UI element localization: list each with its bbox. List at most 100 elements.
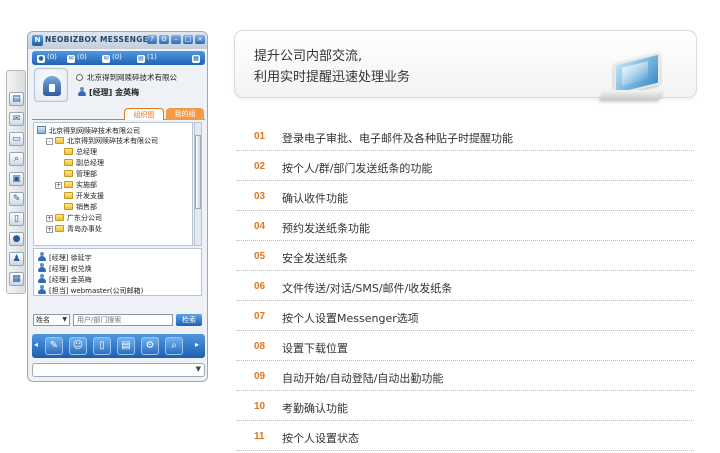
- group-icon[interactable]: ♟: [9, 252, 24, 266]
- note-count[interactable]: ▤ (1): [137, 53, 157, 63]
- tree-item[interactable]: - 北京得到网赎碎技术有限公司: [46, 137, 158, 146]
- feature-text: 安全发送纸条: [282, 252, 348, 265]
- scroll-thumb[interactable]: [195, 135, 201, 209]
- chevron-right-icon[interactable]: ▸: [195, 340, 199, 349]
- tree-item[interactable]: + 实施部: [55, 181, 97, 190]
- status-radio-icon[interactable]: [76, 74, 83, 81]
- list-item[interactable]: [担当] webmaster(公司邮箱): [38, 285, 143, 296]
- close-icon[interactable]: ×: [195, 35, 205, 44]
- search-icon[interactable]: ⌕: [9, 152, 24, 166]
- expand-icon[interactable]: +: [46, 215, 53, 222]
- tree-item[interactable]: 总经理: [55, 148, 97, 157]
- note-icon[interactable]: ✎: [9, 192, 24, 206]
- tree-item[interactable]: 销售部: [55, 203, 97, 212]
- lock-icon[interactable]: ▯: [9, 212, 24, 226]
- feature-number: 01: [254, 131, 266, 142]
- tree-item[interactable]: 副总经理: [55, 159, 104, 168]
- feature-item: 07 按个人设置Messenger选项: [236, 301, 694, 331]
- tree-item-label: 青岛办事处: [67, 225, 102, 233]
- laptop-icon: [599, 52, 668, 108]
- mail-icon: ✉: [102, 55, 110, 63]
- tree-scrollbar[interactable]: [194, 122, 202, 246]
- tree-item-label: 副总经理: [76, 159, 104, 167]
- printer-icon[interactable]: ▦: [9, 272, 24, 286]
- feature-text: 按个人/群/部门发送纸条的功能: [282, 162, 433, 175]
- feature-item: 03 确认收件功能: [236, 181, 694, 211]
- settings-icon[interactable]: ⚙: [159, 35, 169, 44]
- feature-text: 设置下载位置: [282, 342, 348, 355]
- chevron-left-icon[interactable]: ◂: [34, 340, 38, 349]
- avatar[interactable]: [34, 68, 68, 102]
- chevron-down-icon: ▼: [62, 316, 67, 323]
- online-count[interactable]: ● (0): [37, 53, 57, 63]
- list-item[interactable]: [经理] 金英梅: [38, 274, 92, 285]
- tab-my-group[interactable]: 我的组: [166, 108, 204, 120]
- company-name: 北京得到网赎碎技术有限公: [76, 72, 177, 83]
- person-icon: [78, 87, 86, 96]
- feature-number: 10: [254, 401, 266, 412]
- message-count[interactable]: ✉ (0): [67, 53, 87, 63]
- expand-icon[interactable]: +: [55, 182, 62, 189]
- status-bar: ● (0) ✉ (0) ✉ (0) ▤ (1) ▦: [32, 51, 205, 65]
- tree-item-label: 总经理: [76, 148, 97, 156]
- chat-button[interactable]: ☺: [69, 337, 87, 355]
- current-user: [经理] 金英梅: [78, 87, 139, 98]
- search-type-select[interactable]: 姓名 ▼: [33, 314, 70, 326]
- search-button-icon[interactable]: ⌕: [165, 337, 183, 355]
- tree-item[interactable]: + 广东分公司: [46, 214, 102, 223]
- tree-item-label: 开发支援: [76, 192, 104, 200]
- search-input[interactable]: [73, 314, 173, 326]
- tab-organization[interactable]: 组织图: [124, 108, 164, 120]
- sms-button[interactable]: ▯: [93, 337, 111, 355]
- contacts-button[interactable]: ✎: [45, 337, 63, 355]
- feature-item: 10 考勤确认功能: [236, 391, 694, 421]
- folder-icon: [64, 159, 73, 166]
- feature-text: 按个人设置Messenger选项: [282, 312, 419, 325]
- note-button[interactable]: ▤: [117, 337, 135, 355]
- window-icon[interactable]: ▭: [9, 132, 24, 146]
- app-logo-icon: N: [32, 35, 43, 46]
- tree-item[interactable]: 北京得到网赎碎技术有限公司: [37, 126, 140, 136]
- status-dropdown[interactable]: ▼: [32, 363, 205, 377]
- help-icon[interactable]: ?: [147, 35, 157, 44]
- list-item[interactable]: [经理] 权兑焕: [38, 263, 92, 274]
- feature-item: 01 登录电子审批、电子邮件及各种贴子时提醒功能: [236, 121, 694, 151]
- side-toolbar: ▤ ✉ ▭ ⌕ ▣ ✎ ▯ ● ♟ ▦: [6, 70, 26, 294]
- person-icon: [38, 285, 46, 294]
- menu-icon[interactable]: ▦: [192, 53, 202, 63]
- banner-line-1: 提升公司内部交流,: [254, 49, 363, 64]
- minimize-icon[interactable]: –: [171, 35, 181, 44]
- feature-text: 登录电子审批、电子邮件及各种贴子时提醒功能: [282, 132, 513, 145]
- folder-icon: [64, 148, 73, 155]
- feature-item: 08 设置下载位置: [236, 331, 694, 361]
- contacts-icon[interactable]: ▣: [9, 172, 24, 186]
- feature-item: 09 自动开始/自动登陆/自动出勤功能: [236, 361, 694, 391]
- collapse-icon[interactable]: -: [46, 138, 53, 145]
- feature-text: 文件传送/对话/SMS/邮件/收发纸条: [282, 282, 453, 295]
- mail-icon[interactable]: ✉: [9, 112, 24, 126]
- document-icon[interactable]: ▤: [9, 92, 24, 106]
- maximize-icon[interactable]: □: [183, 35, 193, 44]
- tree-item[interactable]: + 青岛办事处: [46, 225, 102, 234]
- banner-line-2: 利用实时提醒迅速处理业务: [254, 70, 411, 85]
- tree-item[interactable]: 开发支援: [55, 192, 104, 201]
- expand-icon[interactable]: +: [46, 226, 53, 233]
- messenger-window: N NEOBIZBOX MESSENGER ? ⚙ – □ × ● (0) ✉ (0…: [27, 31, 208, 382]
- settings-button[interactable]: ⚙: [141, 337, 159, 355]
- folder-icon: [64, 192, 73, 199]
- search-button[interactable]: 检索: [176, 314, 202, 326]
- person-icon: [38, 252, 46, 261]
- action-bar: ◂ ✎ ☺ ▯ ▤ ⚙ ⌕ ▸: [32, 334, 205, 358]
- tree-item-label: 实施部: [76, 181, 97, 189]
- list-item[interactable]: [经理] 徐延宇: [38, 252, 92, 263]
- feature-text: 按个人设置状态: [282, 432, 359, 445]
- feature-text: 自动开始/自动登陆/自动出勤功能: [282, 372, 444, 385]
- message-icon: ✉: [67, 55, 75, 63]
- mail-count[interactable]: ✉ (0): [102, 53, 122, 63]
- tree-item[interactable]: 管理部: [55, 170, 97, 179]
- chevron-down-icon: ▼: [195, 365, 201, 373]
- feature-number: 11: [254, 431, 265, 442]
- home-icon: [43, 76, 61, 96]
- user-profile: 北京得到网赎碎技术有限公 [经理] 金英梅: [32, 68, 205, 104]
- user-icon[interactable]: ●: [9, 232, 24, 246]
